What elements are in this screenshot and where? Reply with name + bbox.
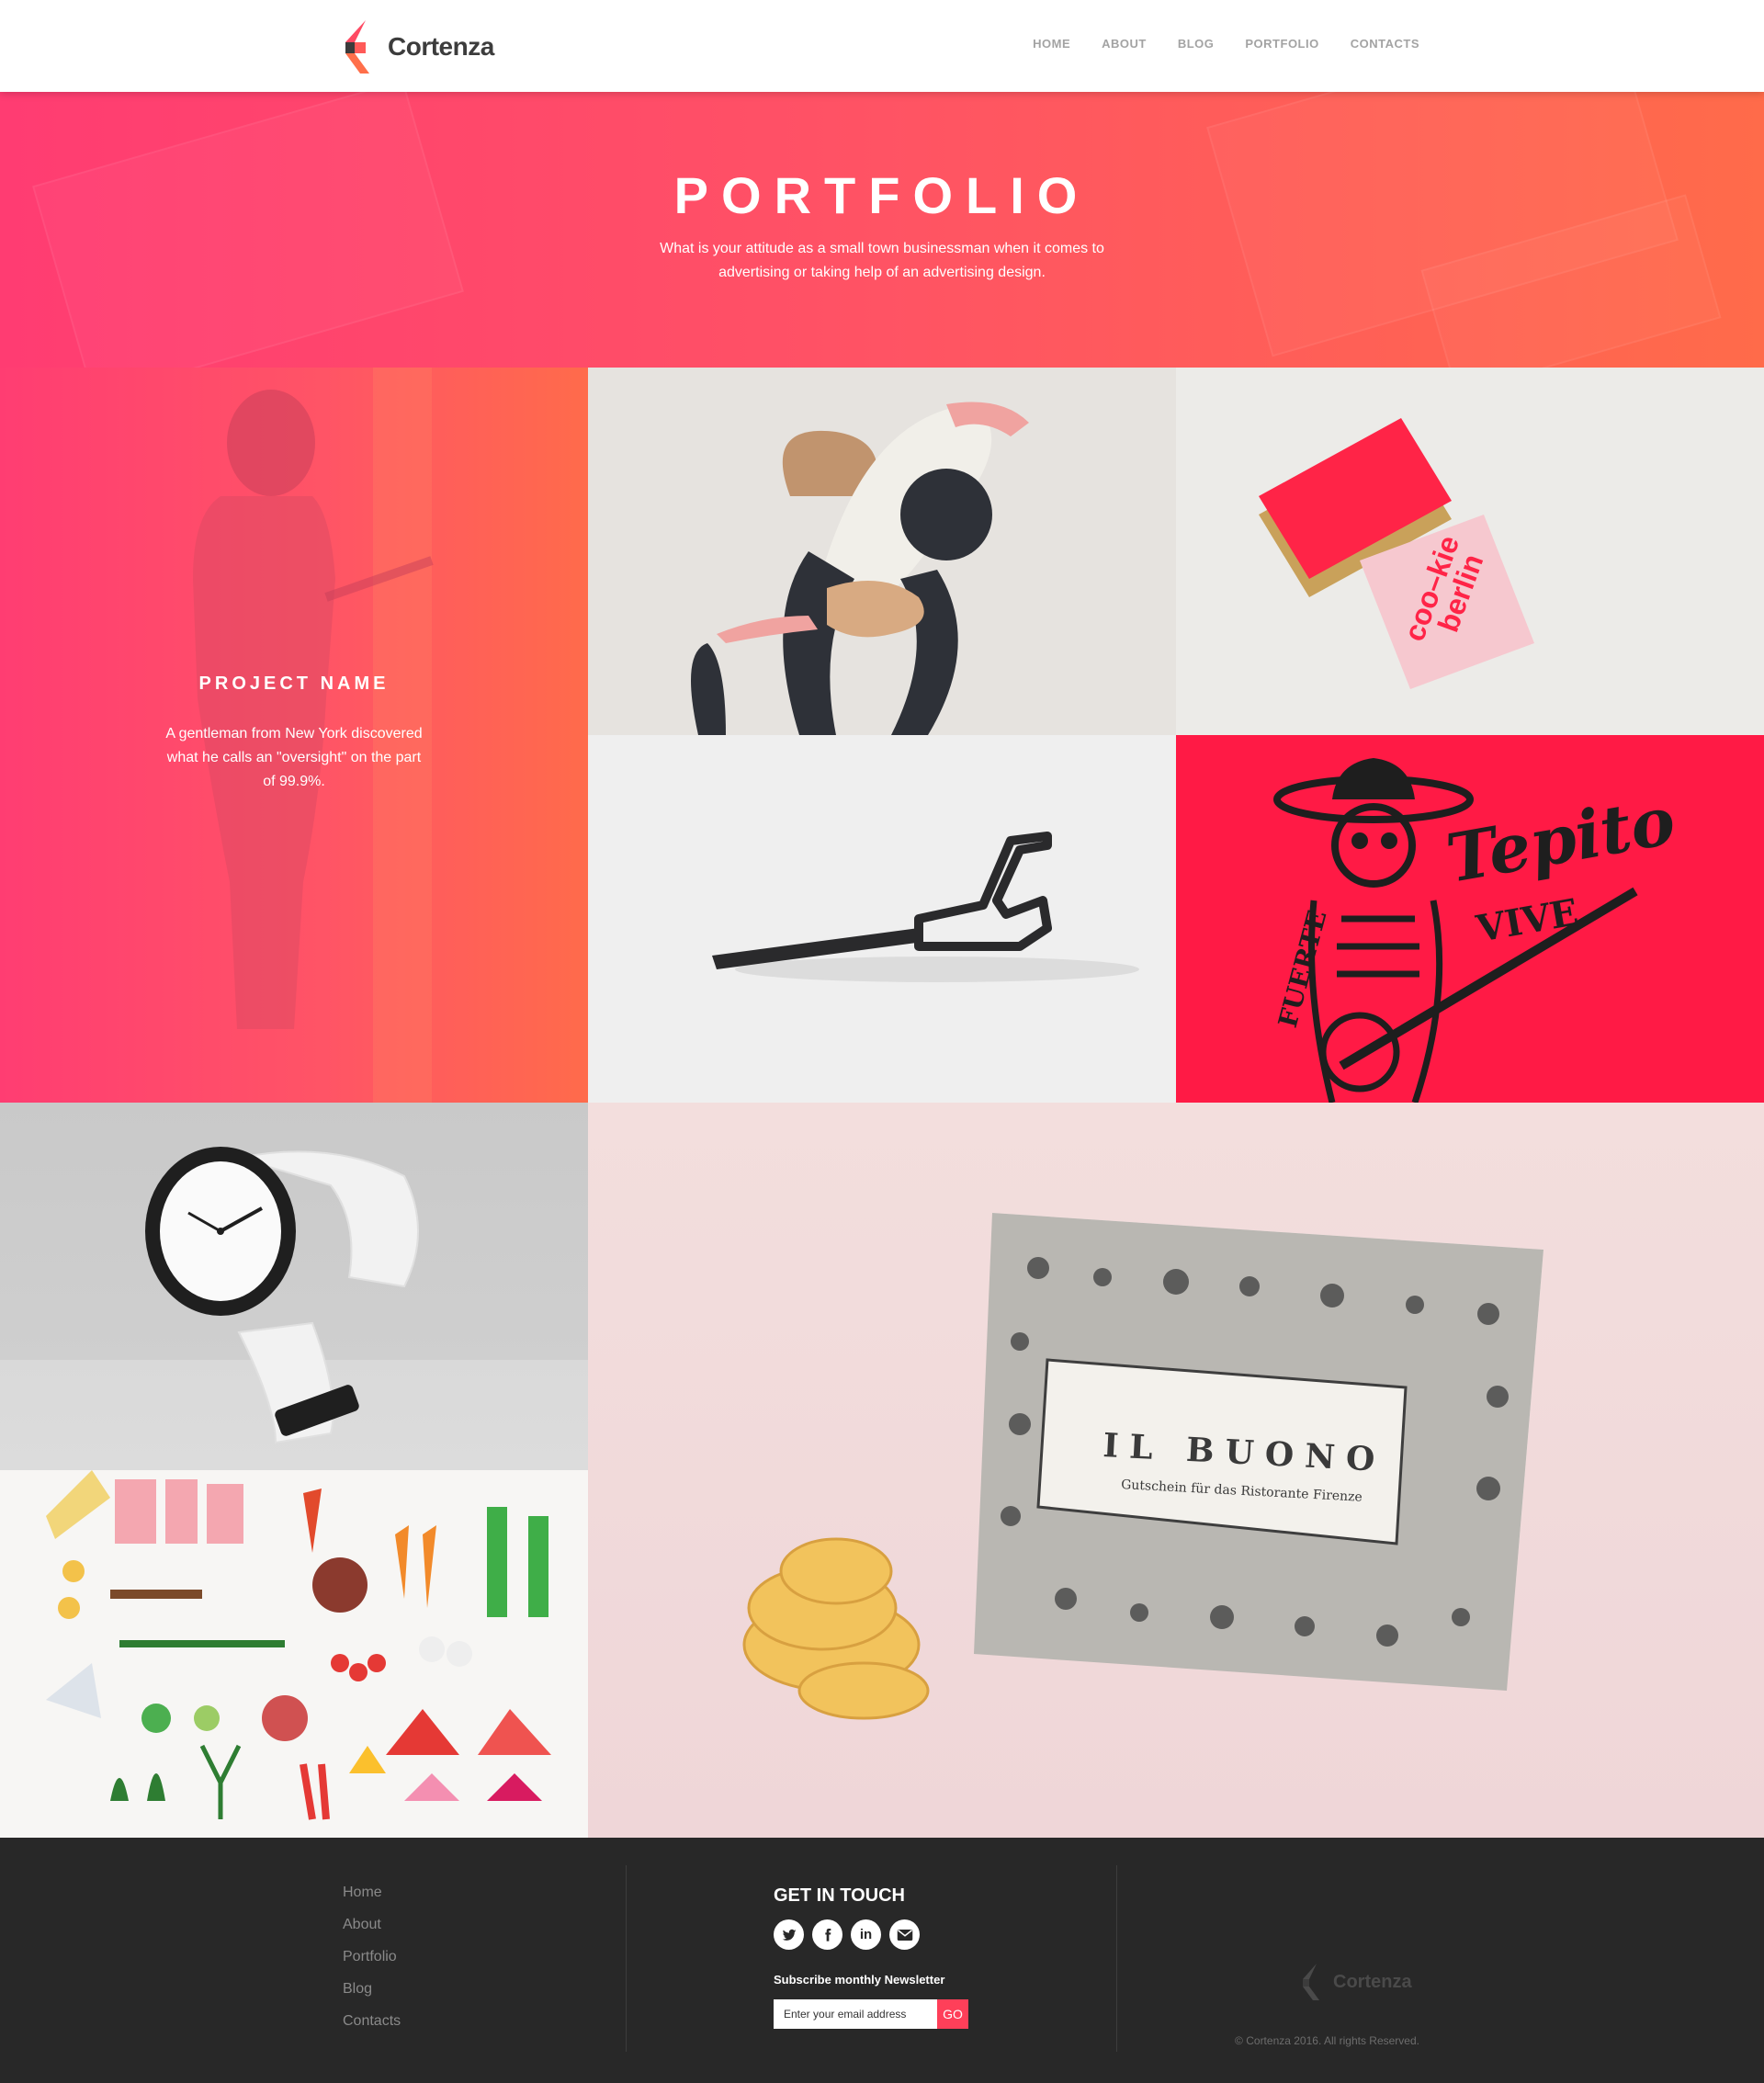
footer-link-about[interactable]: About — [343, 1916, 401, 1948]
portfolio-item-illustration[interactable] — [588, 368, 1176, 735]
hero-banner: PORTFOLIO What is your attitude as a sma… — [0, 92, 1764, 368]
page-title: PORTFOLIO — [673, 166, 1091, 224]
get-in-touch-heading: GET IN TOUCH — [774, 1885, 905, 1906]
main-nav: HOME ABOUT BLOG PORTFOLIO CONTACTS — [1001, 37, 1419, 51]
twitter-icon[interactable] — [774, 1919, 804, 1950]
page-subtitle: What is your attitude as a small town bu… — [660, 241, 1104, 280]
portfolio-item-tepito[interactable]: Tepito VIVE FUERTE — [1176, 735, 1764, 1103]
social-links: in — [774, 1919, 920, 1950]
il-buono-card-image: IL BUONO Gutschein für das Ristorante Fi… — [742, 1213, 1544, 1720]
watch-image — [145, 1147, 419, 1444]
portfolio-item-il-buono[interactable]: IL BUONO Gutschein für das Ristorante Fi… — [588, 1103, 1764, 1838]
footer-link-portfolio[interactable]: Portfolio — [343, 1948, 401, 1980]
site-logo[interactable]: Cortenza — [342, 20, 494, 74]
portfolio-item-featured[interactable]: PROJECT NAME A gentleman from New York d… — [0, 368, 588, 1103]
footer-nav: Home About Portfolio Blog Contacts — [343, 1884, 401, 2044]
site-header: Cortenza HOME ABOUT BLOG PORTFOLIO CONTA… — [0, 0, 1764, 92]
project-title: PROJECT NAME — [198, 674, 390, 694]
portfolio-item-product[interactable] — [588, 735, 1176, 1103]
newsletter-form: GO — [774, 1999, 968, 2029]
copyright-text: © Cortenza 2016. All rights Reserved. — [1235, 2034, 1419, 2047]
newsletter-email-input[interactable] — [774, 1999, 937, 2029]
nav-about[interactable]: ABOUT — [1102, 37, 1147, 51]
footer-logo-text: Cortenza — [1333, 1971, 1412, 1992]
tepito-illustration-image: Tepito VIVE FUERTE — [1272, 758, 1680, 1103]
newsletter-submit-button[interactable]: GO — [937, 1999, 968, 2029]
paper-food-image — [46, 1470, 551, 1820]
facebook-icon[interactable] — [812, 1919, 842, 1950]
linkedin-icon[interactable]: in — [851, 1919, 881, 1950]
footer-link-contacts[interactable]: Contacts — [343, 2012, 401, 2044]
nav-portfolio[interactable]: PORTFOLIO — [1245, 37, 1318, 51]
mail-icon[interactable] — [889, 1919, 920, 1950]
project-description: A gentleman from New York discovered wha… — [165, 726, 423, 789]
tepito-text-main: Tepito — [1441, 781, 1680, 898]
illustration-image — [691, 402, 1029, 735]
portfolio-item-watch[interactable] — [0, 1103, 588, 1470]
footer-link-blog[interactable]: Blog — [343, 1980, 401, 2012]
newsletter-label: Subscribe monthly Newsletter — [774, 1973, 945, 1987]
logo-mark-icon — [345, 20, 369, 74]
nav-home[interactable]: HOME — [1033, 37, 1070, 51]
tepito-text-fuerte: FUERTE — [1272, 907, 1333, 1031]
tepito-text-vive: VIVE — [1473, 890, 1582, 951]
footer-logo[interactable]: Cortenza — [1300, 1964, 1412, 2000]
business-card-image: coo–kie berlin — [1259, 418, 1534, 689]
footer-link-home[interactable]: Home — [343, 1884, 401, 1916]
nav-blog[interactable]: BLOG — [1178, 37, 1215, 51]
site-footer: Home About Portfolio Blog Contacts GET I… — [0, 1838, 1764, 2083]
hero-decor — [32, 92, 464, 368]
footer-logo-mark-icon — [1303, 1964, 1319, 2000]
portfolio-item-paper-food[interactable] — [0, 1470, 588, 1838]
scissors-image — [712, 832, 1139, 982]
footer-divider — [1116, 1865, 1117, 2052]
portfolio-item-business-card[interactable]: coo–kie berlin — [1176, 368, 1764, 735]
logo-text: Cortenza — [388, 32, 494, 61]
footer-divider — [626, 1865, 627, 2052]
nav-contacts[interactable]: CONTACTS — [1351, 37, 1419, 51]
